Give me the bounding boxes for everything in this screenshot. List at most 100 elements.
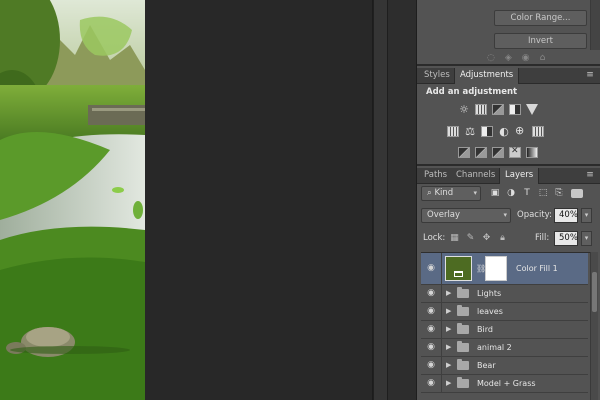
canvas-image[interactable] bbox=[0, 0, 145, 400]
smart-object-filter-icon[interactable]: ⎘ bbox=[553, 188, 565, 199]
brightness-contrast-icon[interactable]: ☼ bbox=[458, 104, 470, 115]
document-workspace[interactable] bbox=[145, 0, 373, 400]
blend-mode-dropdown[interactable]: Overlay ▾ bbox=[421, 208, 511, 223]
adjustments-tabbar: Styles Adjustments ≡ bbox=[417, 68, 600, 84]
tab-layers[interactable]: Layers bbox=[499, 168, 540, 184]
invert-button[interactable]: Invert bbox=[494, 33, 587, 49]
layer-row-model-grass[interactable]: ◉ ▶ Model + Grass bbox=[421, 375, 588, 393]
layer-row-color-fill[interactable]: ◉ ⛓︎ Color Fill 1 bbox=[421, 253, 588, 285]
layer-name[interactable]: Lights bbox=[477, 288, 501, 299]
layer-name[interactable]: Model + Grass bbox=[477, 378, 536, 389]
layer-row-lights[interactable]: ◉ ▶ Lights bbox=[421, 285, 588, 303]
panel-column: Color Range... Invert ◌ ◈ ◉ ⌂ Styles Adj… bbox=[417, 0, 600, 400]
hue-saturation-icon[interactable] bbox=[447, 126, 459, 137]
levels-icon[interactable] bbox=[475, 104, 487, 115]
expand-arrow-icon[interactable]: ▶ bbox=[446, 360, 454, 371]
tab-adjustments[interactable]: Adjustments bbox=[454, 68, 520, 84]
eye-icon[interactable]: ◉ bbox=[424, 324, 438, 335]
opacity-dropdown-arrow[interactable]: ▾ bbox=[581, 208, 592, 223]
posterize-icon[interactable] bbox=[475, 147, 487, 158]
tab-paths[interactable]: Paths bbox=[419, 168, 452, 184]
eye-icon[interactable]: ◉ bbox=[424, 263, 438, 274]
layer-row-leaves[interactable]: ◉ ▶ leaves bbox=[421, 303, 588, 321]
layer-row-bird[interactable]: ◉ ▶ Bird bbox=[421, 321, 588, 339]
gradient-map-icon[interactable] bbox=[526, 147, 538, 158]
adjustment-row-3 bbox=[458, 146, 538, 158]
color-range-button[interactable]: Color Range... bbox=[494, 10, 587, 26]
fill-label: Fill: bbox=[535, 233, 550, 243]
tab-channels[interactable]: Channels bbox=[451, 168, 500, 184]
lock-image-icon[interactable]: ✎ bbox=[465, 232, 476, 244]
eye-separator bbox=[441, 321, 442, 338]
layer-name[interactable]: Bird bbox=[477, 324, 493, 335]
layer-row-bear[interactable]: ◉ ▶ Bear bbox=[421, 357, 588, 375]
eye-icon[interactable]: ◉ bbox=[424, 288, 438, 299]
invert-icon[interactable] bbox=[458, 147, 470, 158]
color-balance-icon[interactable]: ⚖ bbox=[464, 126, 476, 137]
folder-icon bbox=[457, 323, 469, 334]
folder-icon bbox=[457, 359, 469, 370]
fill-input[interactable]: 50% bbox=[554, 231, 578, 246]
selective-color-icon[interactable] bbox=[509, 146, 521, 158]
layer-name[interactable]: animal 2 bbox=[477, 342, 512, 353]
link-chain-icon[interactable]: ⛓︎ bbox=[476, 263, 486, 274]
color-lookup-icon[interactable] bbox=[532, 126, 544, 137]
apply-mask-icon[interactable]: ◈ bbox=[505, 52, 512, 64]
expand-arrow-icon[interactable]: ▶ bbox=[446, 324, 454, 335]
filter-toggle-icon[interactable] bbox=[571, 189, 583, 198]
layer-mask-thumbnail[interactable] bbox=[485, 256, 507, 281]
layer-name[interactable]: Color Fill 1 bbox=[516, 263, 558, 274]
panel-menu-icon[interactable]: ≡ bbox=[584, 70, 596, 81]
layers-panel-menu-icon[interactable]: ≡ bbox=[584, 170, 596, 181]
expand-arrow-icon[interactable]: ▶ bbox=[446, 288, 454, 299]
shape-filter-icon[interactable]: ⬚ bbox=[537, 188, 549, 199]
visibility-icon[interactable]: ◉ bbox=[522, 52, 530, 64]
layer-row-animal-2[interactable]: ◉ ▶ animal 2 bbox=[421, 339, 588, 357]
pixel-filter-icon[interactable]: ▣ bbox=[489, 188, 501, 199]
folder-icon bbox=[457, 377, 469, 388]
eye-icon[interactable]: ◉ bbox=[424, 342, 438, 353]
eye-separator bbox=[441, 375, 442, 392]
tab-styles[interactable]: Styles bbox=[419, 68, 455, 84]
layer-name[interactable]: Bear bbox=[477, 360, 496, 371]
photo-filter-icon[interactable]: ◐ bbox=[498, 126, 510, 137]
threshold-icon[interactable] bbox=[492, 147, 504, 158]
fill-dropdown-arrow[interactable]: ▾ bbox=[581, 231, 592, 246]
layers-scrollbar[interactable] bbox=[590, 252, 598, 400]
curves-icon[interactable] bbox=[492, 104, 504, 115]
lock-position-icon[interactable]: ✥ bbox=[481, 232, 492, 244]
opacity-label: Opacity: bbox=[517, 210, 552, 220]
opacity-input[interactable]: 40% bbox=[554, 208, 578, 223]
adjustments-panel: Add an adjustment ☼ ⚖ ◐ bbox=[417, 84, 600, 166]
filter-kind-dropdown[interactable]: ⌕ Kind ▾ bbox=[421, 186, 481, 201]
eye-icon[interactable]: ◉ bbox=[424, 306, 438, 317]
mask-properties-panel: Color Range... Invert ◌ ◈ ◉ ⌂ bbox=[417, 0, 600, 66]
trash-icon[interactable]: ⌂ bbox=[540, 52, 546, 64]
eye-icon[interactable]: ◉ bbox=[424, 360, 438, 371]
expand-arrow-icon[interactable]: ▶ bbox=[446, 342, 454, 353]
expand-arrow-icon[interactable]: ▶ bbox=[446, 378, 454, 389]
load-selection-icon[interactable]: ◌ bbox=[487, 52, 495, 64]
adjustment-layer-icon bbox=[454, 271, 463, 277]
exposure-icon[interactable] bbox=[509, 104, 521, 115]
vibrance-icon[interactable] bbox=[526, 104, 538, 115]
eye-separator bbox=[441, 303, 442, 320]
black-white-icon[interactable] bbox=[481, 126, 493, 137]
blend-mode-value: Overlay bbox=[427, 210, 461, 220]
lock-transparent-icon[interactable]: ▦ bbox=[449, 232, 460, 244]
filter-kind-value: Kind bbox=[434, 188, 454, 198]
eye-separator bbox=[441, 357, 442, 374]
scrollbar-thumb[interactable] bbox=[592, 272, 597, 312]
lock-all-icon[interactable]: 🔒︎ bbox=[497, 232, 508, 244]
properties-scrollbar[interactable] bbox=[590, 0, 600, 50]
color-fill-thumbnail[interactable] bbox=[445, 256, 472, 281]
adjustment-filter-icon[interactable]: ◑ bbox=[505, 188, 517, 199]
adjustments-title: Add an adjustment bbox=[426, 87, 518, 97]
layer-name[interactable]: leaves bbox=[477, 306, 503, 317]
expand-arrow-icon[interactable]: ▶ bbox=[446, 306, 454, 317]
eye-separator bbox=[441, 285, 442, 302]
eye-icon[interactable]: ◉ bbox=[424, 378, 438, 389]
lock-label: Lock: bbox=[423, 233, 446, 243]
type-filter-icon[interactable]: T bbox=[521, 188, 533, 199]
channel-mixer-icon[interactable] bbox=[515, 124, 527, 137]
